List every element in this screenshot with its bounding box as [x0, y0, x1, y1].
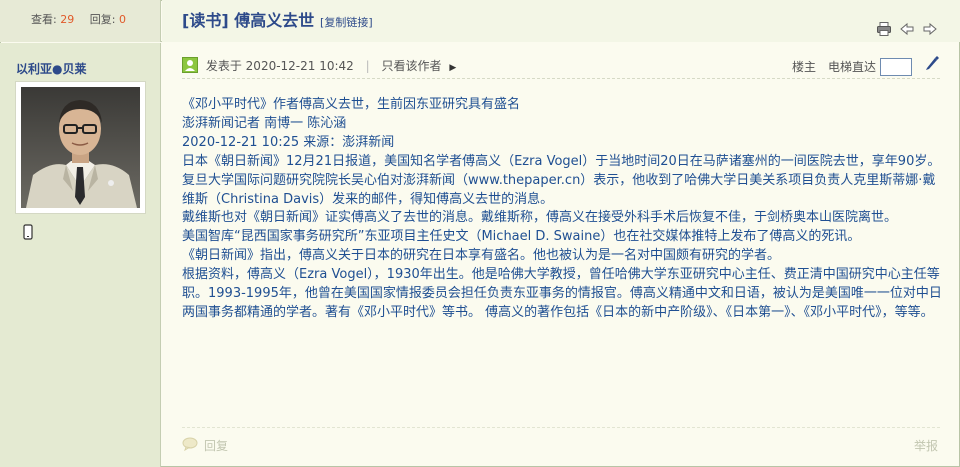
floor-jump-input[interactable]	[880, 57, 912, 76]
floor-label: 楼主	[791, 59, 816, 74]
replies-count: 0	[118, 13, 126, 26]
replies-label: 回复:	[89, 13, 116, 26]
only-author-link[interactable]: 只看该作者	[382, 59, 442, 73]
print-icon[interactable]	[876, 12, 892, 36]
views-label: 查看:	[31, 13, 57, 26]
content-paragraph: 美国智库“昆西国家事务研究所”东亚项目主任史文（Michael D. Swain…	[182, 229, 861, 245]
reply-label: 回复	[204, 439, 229, 453]
arrow-left-icon[interactable]	[899, 12, 915, 36]
posted-label: 发表于	[205, 59, 242, 73]
elevator-label: 电梯直达	[827, 59, 876, 74]
mobile-phone-icon	[22, 224, 34, 243]
post-footer-divider	[182, 427, 940, 428]
author-name[interactable]: 以利亚●贝莱	[16, 60, 86, 77]
report-button[interactable]: 举报	[914, 437, 938, 454]
title-bar: [读书] 傅高义去世 [复制链接]	[162, 0, 960, 42]
reply-bubble-icon	[182, 437, 198, 454]
content-paragraph: 《朝日新闻》指出，傅高义关于日本的研究在日本享有盛名。他也被认为是一名对中国颇有…	[182, 248, 781, 264]
meta-separator: |	[365, 59, 370, 73]
reply-button[interactable]: 回复	[182, 437, 228, 454]
post-main: 发表于 2020-12-21 10:42 | 只看该作者 ▶ 楼主 电梯直达 《…	[162, 43, 960, 467]
content-paragraph: 根据资料，傅高义（Ezra Vogel），1930年出生。他是哈佛大学教授，曾任…	[182, 267, 942, 320]
thread-stats: 查看: 29 回复: 0	[0, 0, 161, 42]
views-count: 29	[60, 13, 75, 26]
copy-link-button[interactable]: [复制链接]	[320, 16, 373, 29]
thread-tools	[876, 12, 938, 36]
pen-icon[interactable]	[924, 55, 940, 78]
arrow-right-icon[interactable]	[922, 12, 938, 36]
content-paragraph: 2020-12-21 10:25 来源：澎湃新闻	[182, 134, 395, 150]
thread-header: 查看: 29 回复: 0 [读书] 傅高义去世 [复制链接]	[0, 0, 960, 42]
content-paragraph: 《邓小平时代》作者傅高义去世，生前因东亚研究具有盛名	[182, 97, 521, 112]
content-paragraph: 复旦大学国际问题研究院院长吴心伯对澎湃新闻（www.thepaper.cn）表示…	[182, 172, 936, 207]
online-status-icon	[182, 57, 198, 80]
author-sidebar: 以利亚●贝莱	[0, 43, 161, 467]
caret-right-icon[interactable]: ▶	[449, 63, 456, 73]
post-content: 《邓小平时代》作者傅高义去世，生前因东亚研究具有盛名 澎湃新闻记者 南博一 陈沁…	[182, 96, 942, 323]
meta-right-tools: 楼主 电梯直达	[792, 55, 940, 78]
content-paragraph: 日本《朝日新闻》12月21日报道，美国知名学者傅高义（Ezra Vogel）于当…	[182, 153, 941, 169]
post-meta: 发表于 2020-12-21 10:42 | 只看该作者 ▶ 楼主 电梯直达	[182, 55, 940, 79]
content-paragraph: 戴维斯也对《朝日新闻》证实傅高义了去世的消息。戴维斯称，傅高义在接受外科手术后恢…	[182, 210, 898, 226]
avatar[interactable]	[15, 81, 146, 214]
thread-title[interactable]: [读书] 傅高义去世	[182, 11, 314, 30]
content-paragraph: 澎湃新闻记者 南博一 陈沁涵	[182, 115, 347, 131]
posted-time: 2020-12-21 10:42	[245, 59, 354, 73]
